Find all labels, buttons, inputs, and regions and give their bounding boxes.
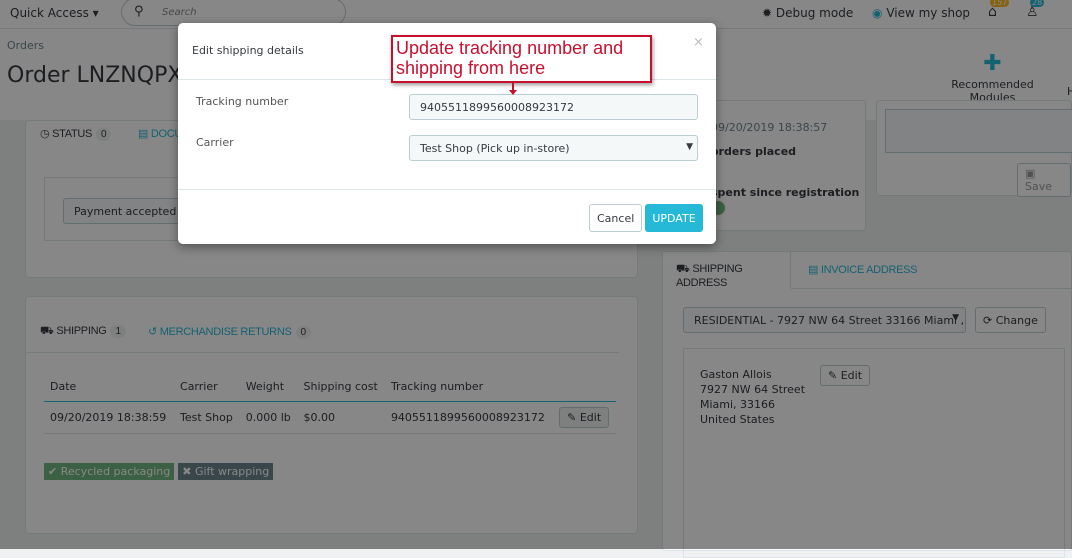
carrier-select[interactable]: Test Shop (Pick up in-store) ▼ (409, 135, 698, 161)
carrier-value: Test Shop (Pick up in-store) (420, 142, 570, 155)
chevron-down-icon: ▼ (686, 142, 693, 152)
arrow-head-icon (509, 90, 517, 95)
tracking-number-label: Tracking number (196, 95, 289, 108)
close-icon[interactable]: × (693, 35, 704, 50)
cancel-button[interactable]: Cancel (589, 204, 643, 232)
carrier-label: Carrier (196, 136, 234, 149)
update-button[interactable]: UPDATE (645, 204, 703, 232)
modal-footer-divider (178, 189, 716, 190)
modal-title: Edit shipping details (192, 44, 304, 57)
annotation-callout: Update tracking number and shipping from… (391, 35, 652, 83)
tracking-number-input[interactable]: 9405511899560008923172 (409, 94, 698, 120)
